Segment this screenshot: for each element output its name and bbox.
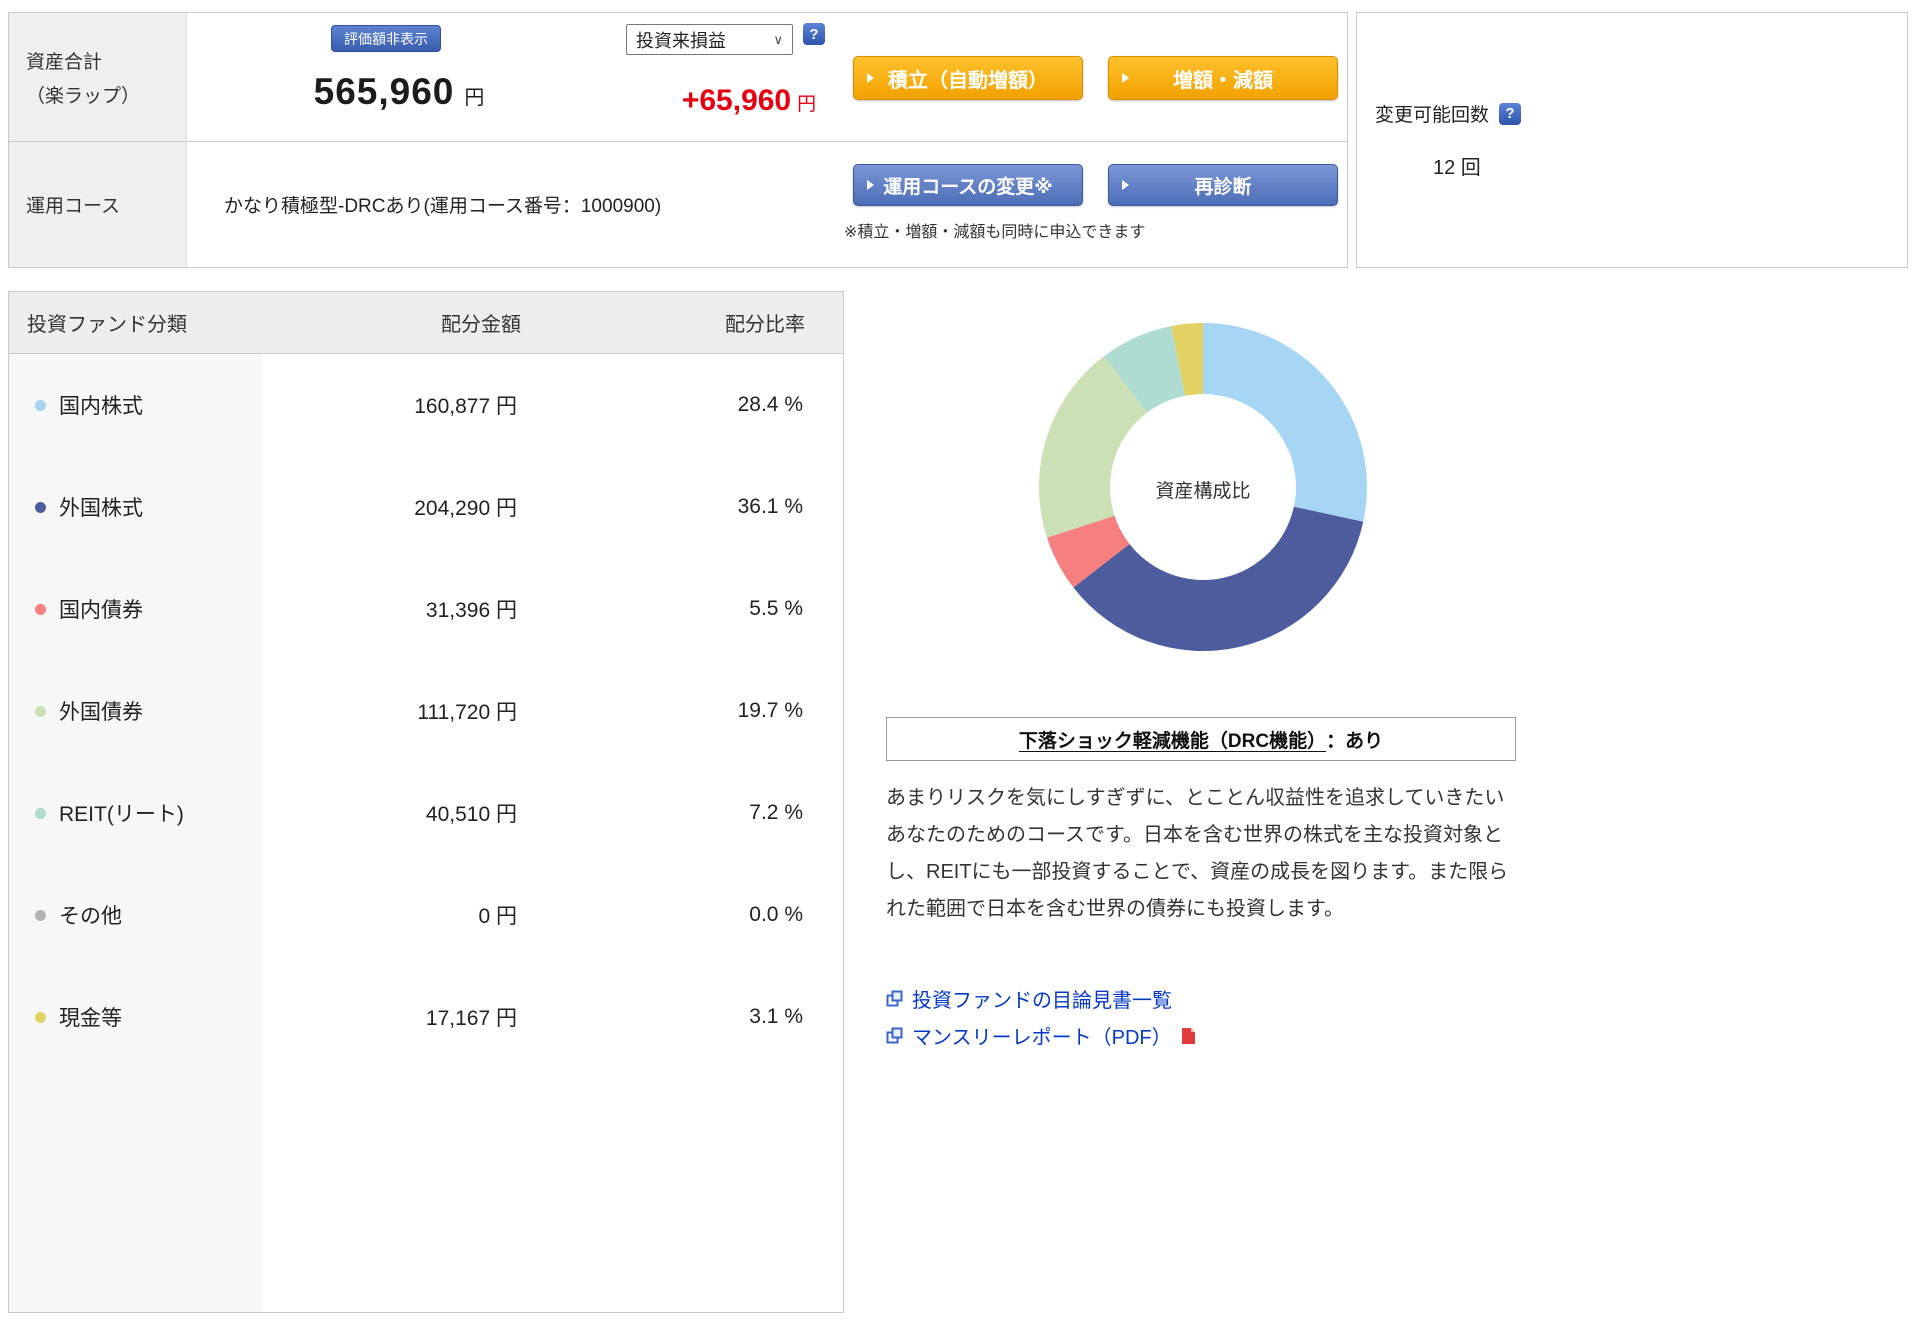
fund-amount: 17,167 円	[425, 1007, 517, 1030]
fund-label: 国内株式	[59, 395, 143, 418]
allocation-table-header: 投資ファンド分類 配分金額 配分比率	[9, 292, 843, 354]
table-row: 外国債券 111,720 円 19.7 %	[9, 660, 843, 762]
tsumitate-button[interactable]: 積立（自動増額）	[853, 56, 1083, 100]
asset-total-row: 資産合計 （楽ラップ） 評価額非表示 565,960 円 投資来損益 ∨ ? +6…	[9, 13, 1347, 141]
course-change-button[interactable]: 運用コースの変更※	[853, 164, 1083, 206]
course-label-text: 運用コース	[26, 196, 121, 217]
col-header-ratio: 配分比率	[725, 314, 805, 336]
hide-valuation-button[interactable]: 評価額非表示	[331, 25, 441, 52]
allocation-table: 投資ファンド分類 配分金額 配分比率 国内株式 160,877 円 28.4 %…	[8, 291, 844, 1313]
change-count-label: 変更可能回数	[1375, 105, 1490, 126]
drc-feature-box: 下落ショック軽減機能（DRC機能） ：あり	[886, 717, 1516, 761]
triangle-icon	[867, 73, 874, 83]
drc-title: 下落ショック軽減機能（DRC機能）	[1018, 730, 1327, 752]
help-icon-pl[interactable]: ?	[803, 23, 825, 45]
fund-amount: 111,720 円	[417, 701, 517, 724]
rediagnose-button-label: 再診断	[1194, 176, 1252, 198]
fund-color-dot	[35, 909, 46, 921]
prospectus-link-label: 投資ファンドの目論見書一覧	[912, 990, 1172, 1012]
external-window-icon	[886, 990, 903, 1007]
table-row: 現金等 17,167 円 3.1 %	[9, 966, 843, 1068]
fund-label: 外国株式	[59, 497, 143, 520]
help-icon-change-count[interactable]: ?	[1499, 102, 1522, 125]
table-row: 国内債券 31,396 円 5.5 %	[9, 558, 843, 660]
fund-ratio: 19.7 %	[737, 699, 803, 722]
pl-amount: +65,960	[681, 84, 792, 117]
fund-color-dot	[35, 705, 46, 717]
zougaku-gengaku-button[interactable]: 増額・減額	[1108, 56, 1338, 100]
tsumitate-button-label: 積立（自動増額）	[888, 69, 1048, 92]
chevron-down-icon: ∨	[773, 31, 783, 47]
asset-total-label-line2: （楽ラップ）	[26, 85, 141, 107]
donut-center-label: 資産構成比	[1155, 481, 1251, 502]
pl-unit: 円	[797, 94, 817, 115]
fund-amount: 204,290 円	[414, 497, 517, 520]
fund-color-dot	[35, 1011, 46, 1023]
monthly-report-link-label: マンスリーレポート（PDF）	[912, 1027, 1172, 1049]
pl-period-selected-value: 投資来損益	[636, 30, 726, 51]
total-asset-value: 565,960 円	[239, 71, 559, 113]
total-asset-unit: 円	[464, 87, 485, 109]
fund-label: REIT(リート)	[59, 803, 184, 826]
change-count-value: 12 回	[1433, 157, 1481, 179]
drc-status: ：あり	[1326, 730, 1384, 752]
fund-amount: 31,396 円	[425, 599, 517, 622]
pl-period-select[interactable]: 投資来損益 ∨	[626, 24, 793, 55]
account-summary-panel: 資産合計 （楽ラップ） 評価額非表示 565,960 円 投資来損益 ∨ ? +6…	[8, 12, 1348, 268]
fund-color-dot	[35, 603, 46, 615]
pl-value: +65,960 円	[629, 84, 869, 118]
fund-color-dot	[35, 807, 46, 819]
table-row: その他 0 円 0.0 %	[9, 864, 843, 966]
fund-label: 現金等	[59, 1007, 122, 1030]
total-asset-amount: 565,960	[313, 71, 455, 112]
fund-ratio: 36.1 %	[737, 495, 803, 518]
fund-label: 外国債券	[59, 701, 143, 724]
fund-ratio: 28.4 %	[737, 393, 803, 416]
fund-ratio: 0.0 %	[749, 903, 803, 926]
course-change-button-label: 運用コースの変更※	[883, 176, 1053, 198]
fund-color-dot	[35, 399, 46, 411]
fund-label: 国内債券	[59, 599, 143, 622]
pdf-icon	[1181, 1027, 1196, 1045]
fund-amount: 0 円	[478, 905, 517, 928]
zougaku-gengaku-button-label: 増額・減額	[1173, 69, 1273, 92]
fund-ratio: 7.2 %	[749, 801, 803, 824]
fund-amount: 40,510 円	[425, 803, 517, 826]
fund-label: その他	[59, 905, 122, 928]
fund-color-dot	[35, 501, 46, 513]
monthly-report-link[interactable]: マンスリーレポート（PDF）	[886, 1021, 1196, 1050]
external-window-icon	[886, 1027, 903, 1044]
fund-ratio: 5.5 %	[749, 597, 803, 620]
course-value: かなり積極型-DRCあり(運用コース番号：1000900)	[224, 196, 662, 217]
col-header-fund-class: 投資ファンド分類	[27, 314, 187, 336]
simultaneous-apply-note: ※積立・増額・減額も同時に申込できます	[844, 224, 1146, 241]
table-row: REIT(リート) 40,510 円 7.2 %	[9, 762, 843, 864]
triangle-icon	[1122, 180, 1129, 190]
table-filler	[9, 1068, 843, 1312]
triangle-icon	[867, 180, 874, 190]
change-count-panel: 変更可能回数 ? 12 回	[1356, 12, 1908, 268]
col-header-amount: 配分金額	[441, 314, 521, 336]
table-row: 外国株式 204,290 円 36.1 %	[9, 456, 843, 558]
fund-amount: 160,877 円	[414, 395, 517, 418]
prospectus-link[interactable]: 投資ファンドの目論見書一覧	[886, 984, 1172, 1013]
course-description: あまりリスクを気にしすぎずに、とことん収益性を追求していきたいあなたのためのコー…	[886, 787, 1509, 920]
asset-total-label: 資産合計 （楽ラップ）	[9, 13, 187, 141]
triangle-icon	[1122, 73, 1129, 83]
asset-total-label-line1: 資産合計	[26, 51, 103, 73]
course-label: 運用コース	[9, 142, 187, 267]
table-row: 国内株式 160,877 円 28.4 %	[9, 354, 843, 456]
fund-ratio: 3.1 %	[749, 1005, 803, 1028]
rediagnose-button[interactable]: 再診断	[1108, 164, 1338, 206]
course-row: 運用コース かなり積極型-DRCあり(運用コース番号：1000900) 運用コー…	[9, 141, 1347, 267]
